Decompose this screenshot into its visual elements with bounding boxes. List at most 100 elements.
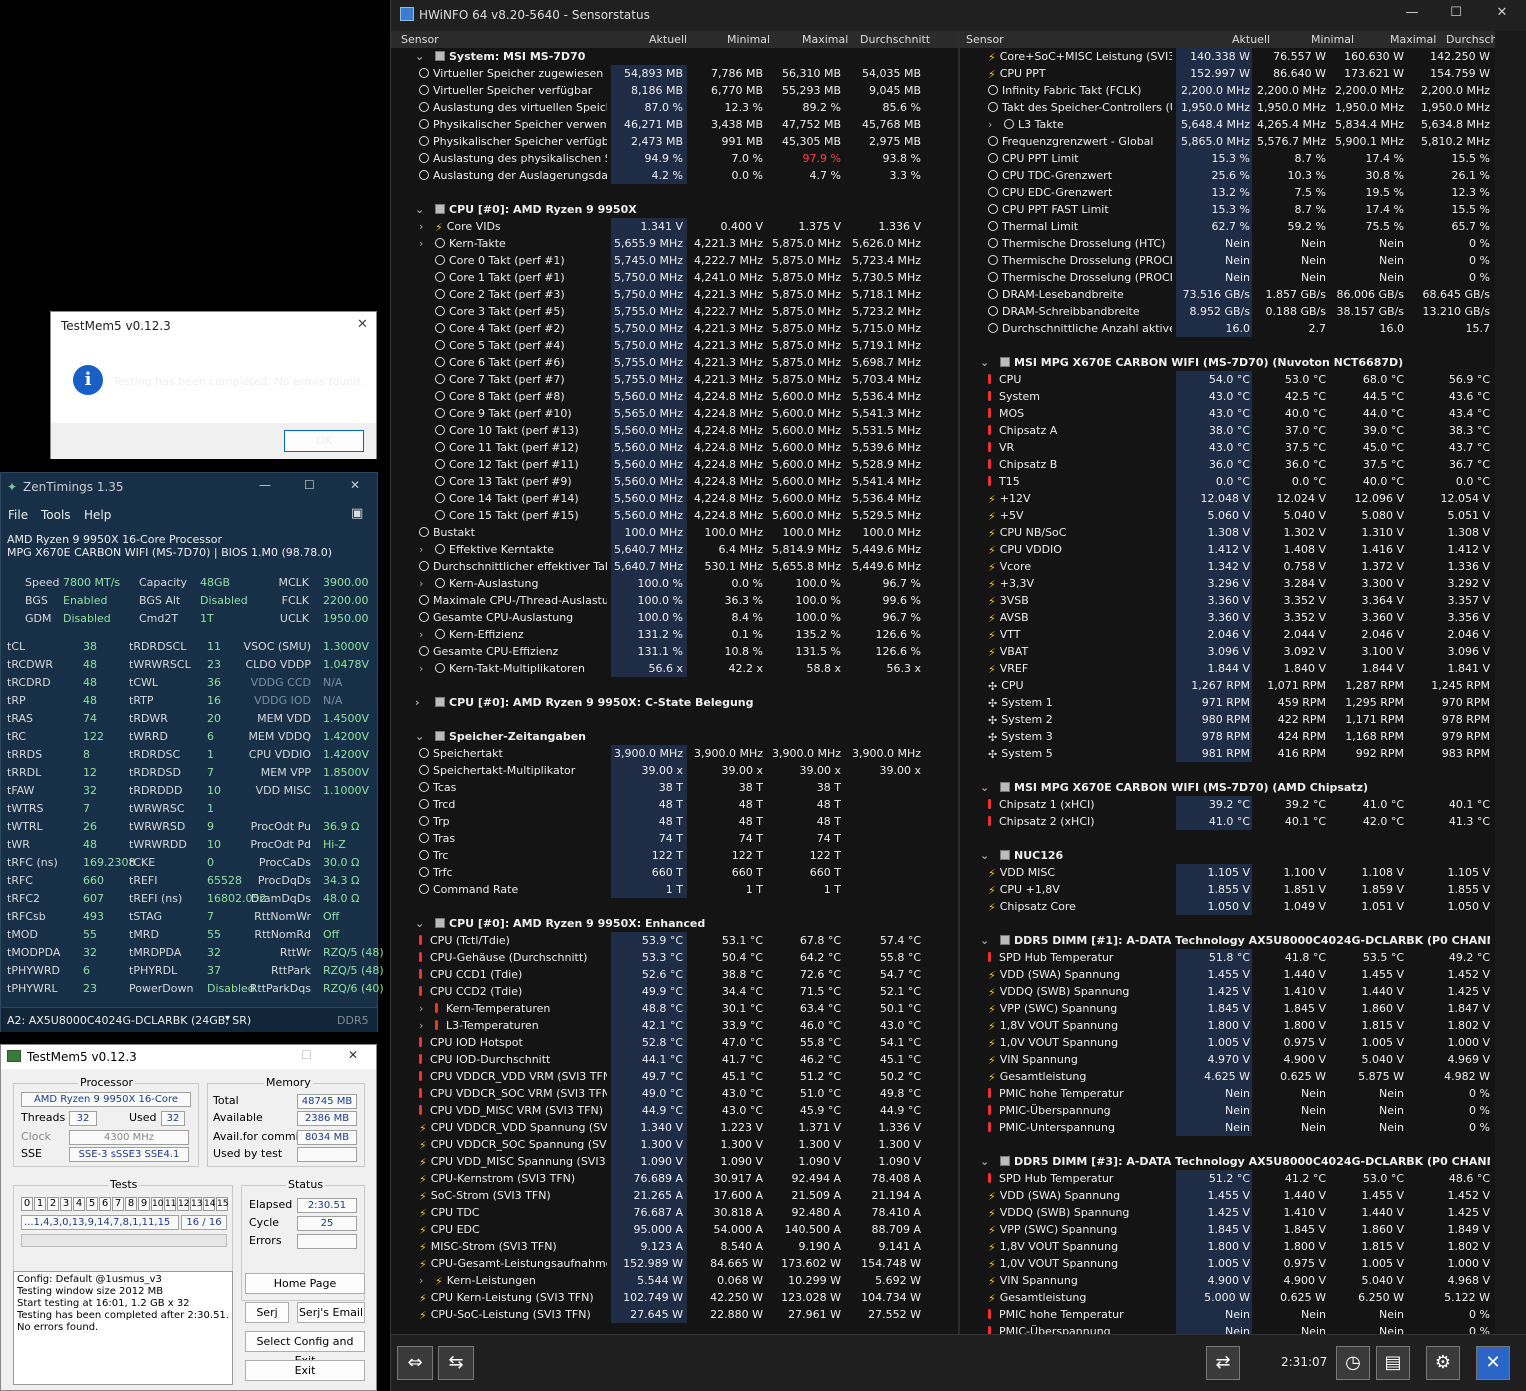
sensor-row[interactable]: Core 3 Takt (perf #5) 5,755.0 MHz 4,222.7 …	[391, 303, 958, 320]
sensor-row[interactable]: CPU-Gehäuse (Durchschnitt) 53.3 °C 50.4 °C…	[391, 949, 958, 966]
sensor-row[interactable]: › Kern-Auslastung 100.0 % 0.0 % 100.0 % 96.7 …	[391, 575, 958, 592]
sensor-row[interactable]: Core 0 Takt (perf #1) 5,745.0 MHz 4,222.7 …	[391, 252, 958, 269]
sensor-group[interactable]: › CPU [#0]: AMD Ryzen 9 9950X: C-State Be…	[391, 694, 958, 711]
sensor-row[interactable]: ⚡ Chipsatz Core 1.050 V 1.049 V 1.051 V 1.050…	[960, 898, 1495, 915]
sensor-row[interactable]: Tras 74 T 74 T 74 T	[391, 830, 958, 847]
sensor-row[interactable]: PMIC-Unterspannung Nein Nein Nein 0 %	[960, 1119, 1495, 1136]
sensor-row[interactable]: Frequenzgrenzwert - Global 5,865.0 MHz 5,5…	[960, 133, 1495, 150]
sensor-row[interactable]: VR 43.0 °C 37.5 °C 45.0 °C 43.7 °C	[960, 439, 1495, 456]
sensor-row[interactable]: Core 4 Takt (perf #2) 5,750.0 MHz 4,221.3 …	[391, 320, 958, 337]
scrollbar[interactable]	[1495, 31, 1526, 1334]
sensor-row[interactable]: ⚡ CPU EDC 95.000 A 54.000 A 140.500 A 88.709 …	[391, 1221, 958, 1238]
sensor-row[interactable]: Chipsatz 2 (xHCI) 41.0 °C 40.1 °C 42.0 °C 41…	[960, 813, 1495, 830]
sensor-row[interactable]: Speichertakt-Multiplikator 39.00 x 39.00 x…	[391, 762, 958, 779]
chevron-down-icon[interactable]: ⌄	[415, 917, 424, 930]
sensor-row[interactable]: CPU IOD-Durchschnitt 44.1 °C 41.7 °C 46.2 °…	[391, 1051, 958, 1068]
chevron-down-icon[interactable]: ⌄	[980, 934, 989, 947]
sensor-group[interactable]: ⌄ NUC126	[960, 847, 1495, 864]
sensor-row[interactable]: ⚡ 1,8V VOUT Spannung 1.800 V 1.800 V 1.815 V…	[960, 1017, 1495, 1034]
dimm-selector[interactable]: A2: AX5U8000C4024G-DCLARBK (24GB, SR) ▾ …	[1, 1007, 377, 1032]
chevron-right-icon[interactable]: ›	[419, 543, 423, 556]
sensor-group[interactable]: ⌄ Speicher-Zeitangaben	[391, 728, 958, 745]
sensor-row[interactable]: Trp 48 T 48 T 48 T	[391, 813, 958, 830]
sensor-row[interactable]: ⚡ 3VSB 3.360 V 3.352 V 3.364 V 3.357 V	[960, 592, 1495, 609]
sensor-row[interactable]: › ⚡ Core VIDs 1.341 V 0.400 V 1.375 V 1.336 V	[391, 218, 958, 235]
exit-button[interactable]: Exit	[245, 1360, 365, 1381]
sensor-row[interactable]: Chipsatz 1 (xHCI) 39.2 °C 39.2 °C 41.0 °C 40…	[960, 796, 1495, 813]
sensor-row[interactable]: ⚡ VIN Spannung 4.970 V 4.900 V 5.040 V 4.969 …	[960, 1051, 1495, 1068]
sensor-row[interactable]: CPU CCD1 (Tdie) 52.6 °C 38.8 °C 72.6 °C 54.7…	[391, 966, 958, 983]
sensor-row[interactable]: ✣ CPU 1,267 RPM 1,071 RPM 1,287 RPM 1,245 RPM	[960, 677, 1495, 694]
chevron-right-icon[interactable]: ›	[419, 662, 423, 675]
sensor-row[interactable]: CPU (Tctl/Tdie) 53.9 °C 53.1 °C 67.8 °C 57.4…	[391, 932, 958, 949]
sensor-row[interactable]: MOS 43.0 °C 40.0 °C 44.0 °C 43.4 °C	[960, 405, 1495, 422]
sensor-row[interactable]: PMIC-Überspannung Nein Nein Nein 0 %	[960, 1323, 1495, 1334]
sensor-row[interactable]: › L3 Takte 5,648.4 MHz 4,265.4 MHz 5,834.4 M…	[960, 116, 1495, 133]
sensor-row[interactable]: ⚡ VIN Spannung 4.900 V 4.900 V 5.040 V 4.968 …	[960, 1272, 1495, 1289]
sensor-group[interactable]: ⌄ MSI MPG X670E CARBON WIFI (MS-7D70) (AM…	[960, 779, 1495, 796]
serj-email-button[interactable]: Serj's Email	[297, 1302, 365, 1323]
sensor-group[interactable]: ⌄ MSI MPG X670E CARBON WIFI (MS-7D70) (Nu…	[960, 354, 1495, 371]
sensor-row[interactable]: CPU PPT FAST Limit 15.3 % 8.7 % 17.4 % 15.5 …	[960, 201, 1495, 218]
sensor-row[interactable]: ✣ System 2 980 RPM 422 RPM 1,171 RPM 978 RPM	[960, 711, 1495, 728]
sensor-row[interactable]: ⚡ VDD (SWA) Spannung 1.455 V 1.440 V 1.455 V…	[960, 966, 1495, 983]
sensor-row[interactable]: Core 13 Takt (perf #9) 5,560.0 MHz 4,224.8…	[391, 473, 958, 490]
sensor-row[interactable]: › Kern-Takte 5,655.9 MHz 4,221.3 MHz 5,875.0…	[391, 235, 958, 252]
chevron-right-icon[interactable]: ›	[419, 1019, 423, 1032]
sensor-row[interactable]: CPU TDC-Grenzwert 25.6 % 10.3 % 30.8 % 26.1 …	[960, 167, 1495, 184]
sensor-row[interactable]: Trfc 660 T 660 T 660 T	[391, 864, 958, 881]
sensor-row[interactable]: ⚡ VDDQ (SWB) Spannung 1.425 V 1.410 V 1.440 …	[960, 983, 1495, 1000]
chevron-down-icon[interactable]: ⌄	[980, 1155, 989, 1168]
sensor-row[interactable]: Infinity Fabric Takt (FCLK) 2,200.0 MHz 2,…	[960, 82, 1495, 99]
col-maximal[interactable]: Maximal	[802, 33, 848, 46]
sensor-row[interactable]: ⚡ Gesamtleistung 5.000 W 0.625 W 6.250 W 5.12…	[960, 1289, 1495, 1306]
home-page-button[interactable]: Home Page	[245, 1273, 365, 1294]
sensor-row[interactable]: Virtueller Speicher verfügbar 8,186 MB 6,7…	[391, 82, 958, 99]
chevron-right-icon[interactable]: ›	[988, 118, 992, 131]
sensor-row[interactable]: ⚡ 1,0V VOUT Spannung 1.005 V 0.975 V 1.005 V…	[960, 1034, 1495, 1051]
sensor-row[interactable]: CPU VDDCR_SOC VRM (SVI3 TFN) 49.0 °C 43.0 …	[391, 1085, 958, 1102]
sensor-row[interactable]: ⚡ MISC-Strom (SVI3 TFN) 9.123 A 8.540 A 9.19…	[391, 1238, 958, 1255]
sensor-row[interactable]: ⚡ SoC-Strom (SVI3 TFN) 21.265 A 17.600 A 21.…	[391, 1187, 958, 1204]
sensor-row[interactable]: Tcas 38 T 38 T 38 T	[391, 779, 958, 796]
sensor-row[interactable]: Chipsatz A 38.0 °C 37.0 °C 39.0 °C 38.3 °C	[960, 422, 1495, 439]
sensor-row[interactable]: ⚡ 1,8V VOUT Spannung 1.800 V 1.800 V 1.815 V…	[960, 1238, 1495, 1255]
collapse-arrows-icon[interactable]: ⇆	[438, 1346, 474, 1380]
sensor-pane-left[interactable]: Sensor Aktuell Minimal Maximal Durchschn…	[391, 31, 958, 1334]
sensor-row[interactable]: ⚡ CPU +1,8V 1.855 V 1.851 V 1.859 V 1.855 V	[960, 881, 1495, 898]
sensor-row[interactable]: Core 2 Takt (perf #3) 5,750.0 MHz 4,221.3 …	[391, 286, 958, 303]
sensor-row[interactable]: Core 10 Takt (perf #13) 5,560.0 MHz 4,224.…	[391, 422, 958, 439]
sensor-row[interactable]: › ⚡ Kern-Leistungen 5.544 W 0.068 W 10.299 W 5…	[391, 1272, 958, 1289]
sensor-row[interactable]: Durchschnittlicher effektiver Takt 5,640.…	[391, 558, 958, 575]
chevron-down-icon[interactable]: ⌄	[980, 356, 989, 369]
clock-icon[interactable]: ◷	[1336, 1346, 1370, 1380]
sensor-row[interactable]: Core 12 Takt (perf #11) 5,560.0 MHz 4,224.…	[391, 456, 958, 473]
settings-gear-icon[interactable]: ⚙	[1426, 1346, 1460, 1380]
sensor-row[interactable]: › Kern-Takt-Multiplikatoren 56.6 x 42.2 x 58…	[391, 660, 958, 677]
sensor-row[interactable]: PMIC hohe Temperatur Nein Nein Nein 0 %	[960, 1306, 1495, 1323]
sensor-row[interactable]: SPD Hub Temperatur 51.2 °C 41.2 °C 53.0 °C 4…	[960, 1170, 1495, 1187]
sensor-row[interactable]: ⚡ +5V 5.060 V 5.040 V 5.080 V 5.051 V	[960, 507, 1495, 524]
sensor-row[interactable]: ⚡ Vcore 1.342 V 0.758 V 1.372 V 1.336 V	[960, 558, 1495, 575]
sensor-row[interactable]: Trcd 48 T 48 T 48 T	[391, 796, 958, 813]
sensor-row[interactable]: Takt des Speicher-Controllers (U... 1,950…	[960, 99, 1495, 116]
sensor-row[interactable]: ⚡ VBAT 3.096 V 3.092 V 3.100 V 3.096 V	[960, 643, 1495, 660]
sensor-row[interactable]: ⚡ CPU Kern-Leistung (SVI3 TFN) 102.749 W 42…	[391, 1289, 958, 1306]
sensor-row[interactable]: CPU IOD Hotspot 52.8 °C 47.0 °C 55.8 °C 54.1…	[391, 1034, 958, 1051]
maximize-button[interactable]: ☐	[1441, 5, 1471, 25]
col-minimal[interactable]: Minimal	[727, 33, 770, 46]
sensor-row[interactable]: ⚡ CPU-SoC-Leistung (SVI3 TFN) 27.645 W 22.8…	[391, 1306, 958, 1323]
sensor-row[interactable]: ✣ System 5 981 RPM 416 RPM 992 RPM 983 RPM	[960, 745, 1495, 762]
sensor-row[interactable]: ⚡ VDD MISC 1.105 V 1.100 V 1.108 V 1.105 V	[960, 864, 1495, 881]
sensor-row[interactable]: Command Rate 1 T 1 T 1 T	[391, 881, 958, 898]
sensor-row[interactable]: ⚡ VDD (SWA) Spannung 1.455 V 1.440 V 1.455 V…	[960, 1187, 1495, 1204]
select-config-exit-button[interactable]: Select Config and Exit	[245, 1331, 365, 1367]
close-button[interactable]: ✕	[1487, 5, 1517, 25]
sensor-row[interactable]: Auslastung des virtuellen Speichers 87.0 …	[391, 99, 958, 116]
col-sensor[interactable]: Sensor	[401, 33, 439, 46]
sensor-group[interactable]: ⌄ CPU [#0]: AMD Ryzen 9 9950X	[391, 201, 958, 218]
sensor-row[interactable]: Core 7 Takt (perf #7) 5,755.0 MHz 4,221.3 …	[391, 371, 958, 388]
ok-button[interactable]: OK	[284, 430, 364, 452]
sensor-group[interactable]: ⌄ DDR5 DIMM [#3]: A-DATA Technology AX5U8…	[960, 1153, 1495, 1170]
col-maximal[interactable]: Maximal	[1390, 33, 1436, 46]
